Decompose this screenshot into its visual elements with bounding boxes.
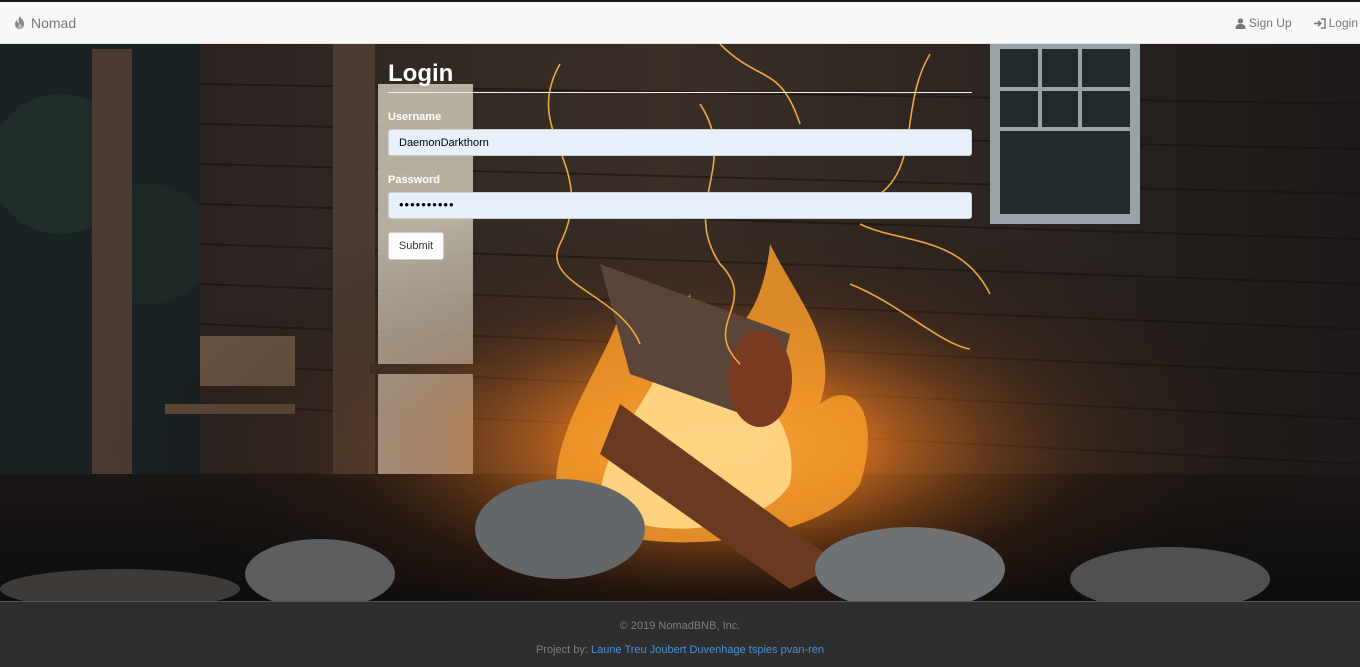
page-title: Login	[388, 62, 972, 93]
brand-name: Nomad	[31, 15, 77, 31]
login-label: Login	[1328, 16, 1358, 30]
password-input[interactable]: ••••••••••	[388, 192, 972, 219]
login-form: Login Username DaemonDarkthorn Password …	[388, 62, 972, 260]
username-value: DaemonDarkthorn	[399, 136, 489, 149]
author-link-pvan-ren[interactable]: pvan-ren	[781, 644, 824, 656]
brand-link[interactable]: Nomad	[14, 15, 76, 31]
author-link-laune-treu[interactable]: Laune Treu	[591, 644, 647, 656]
top-navbar: Nomad Sign Up Login	[0, 0, 1360, 44]
username-label: Username	[388, 111, 442, 123]
project-credits: Project by: Laune Treu Joubert Duvenhage…	[0, 644, 1360, 656]
flame-icon	[15, 16, 24, 29]
login-link[interactable]: Login	[1313, 16, 1358, 30]
log-in-icon	[1313, 17, 1326, 29]
author-link-joubert-duvenhage[interactable]: Joubert Duvenhage	[650, 644, 746, 656]
signup-link[interactable]: Sign Up	[1235, 16, 1292, 30]
credits-prefix: Project by:	[535, 644, 588, 656]
signup-label: Sign Up	[1248, 16, 1292, 30]
user-icon	[1235, 17, 1246, 29]
footer: © 2019 NomadBNB, Inc. Project by: Laune …	[0, 601, 1360, 667]
password-value: ••••••••••	[399, 196, 455, 212]
author-link-tspies[interactable]: tspies	[749, 644, 778, 656]
password-label: Password	[388, 174, 440, 186]
username-input[interactable]: DaemonDarkthorn	[388, 129, 972, 156]
copyright-text: © 2019 NomadBNB, Inc.	[619, 620, 741, 632]
submit-button[interactable]: Submit	[388, 232, 444, 260]
